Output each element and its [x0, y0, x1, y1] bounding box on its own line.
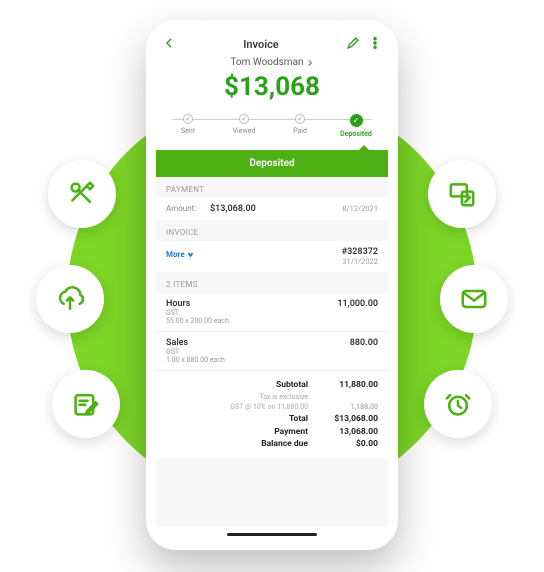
step-deposited: Deposited — [334, 114, 378, 138]
note-edit-icon — [52, 370, 120, 438]
payment-date: 8/12/2021 — [342, 204, 378, 213]
payment-amount-label: Amount: — [166, 204, 206, 213]
page-title: Invoice — [243, 38, 278, 51]
home-indicator — [227, 533, 317, 536]
invoice-amount: $13,068 — [156, 72, 388, 102]
items-heading: 2 ITEMS — [156, 272, 388, 293]
clock-icon — [424, 370, 492, 438]
invoice-card[interactable]: More #328372 31/1/2022 — [156, 241, 388, 272]
payment-amount-value: $13,068.00 — [210, 204, 256, 214]
phone-frame: Invoice Tom Woodsman $13,068 Sent Viewed — [146, 20, 398, 550]
app-screen: Invoice Tom Woodsman $13,068 Sent Viewed — [156, 32, 388, 536]
step-paid: Paid — [278, 114, 322, 138]
invoice-date: 31/1/2022 — [342, 257, 378, 266]
back-button[interactable] — [162, 36, 176, 53]
line-item[interactable]: Sales GST 1.00 x 880.00 each 880.00 — [156, 332, 388, 371]
chevron-down-icon — [187, 251, 194, 258]
chevron-right-icon — [306, 59, 314, 67]
customer-name: Tom Woodsman — [230, 57, 303, 68]
step-sent: Sent — [166, 114, 210, 138]
mail-icon — [440, 265, 508, 333]
payment-heading: PAYMENT — [156, 177, 388, 198]
status-banner: Deposited — [156, 150, 388, 177]
invoice-number: #328372 — [342, 247, 378, 257]
totals-block: Subtotal 11,880.00 Tax is exclusive GST … — [156, 371, 388, 459]
more-link[interactable]: More — [166, 250, 194, 259]
step-viewed: Viewed — [222, 114, 266, 138]
tools-icon — [48, 160, 116, 228]
payment-card[interactable]: Amount: $13,068.00 8/12/2021 — [156, 198, 388, 220]
cloud-upload-icon — [36, 265, 104, 333]
screens-icon — [428, 160, 496, 228]
invoice-heading: INVOICE — [156, 220, 388, 241]
status-progress: Sent Viewed Paid Deposited — [166, 114, 378, 138]
line-item[interactable]: Hours GST 55.00 x 200.00 each 11,000.00 — [156, 293, 388, 332]
edit-icon[interactable] — [346, 36, 360, 53]
more-menu-icon[interactable] — [368, 36, 382, 53]
customer-link[interactable]: Tom Woodsman — [156, 57, 388, 68]
